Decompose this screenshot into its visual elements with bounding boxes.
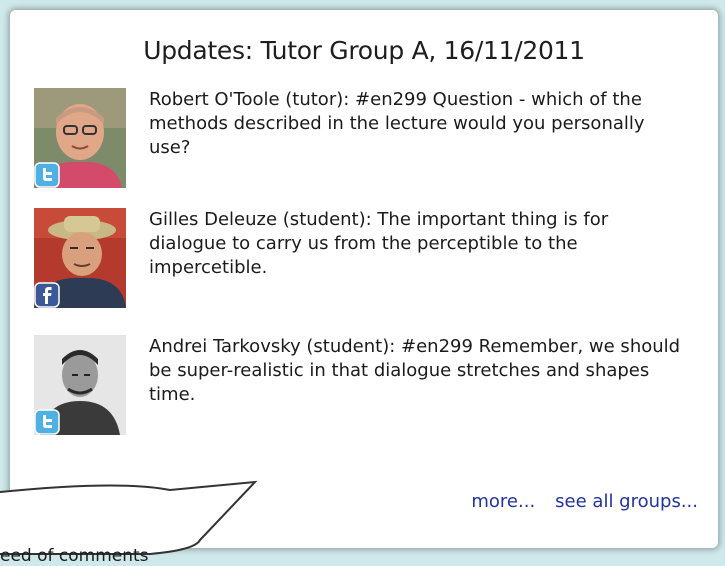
updates-panel: Updates: Tutor Group A, 16/11/2011 Rober… [10,10,718,548]
avatar[interactable] [34,88,126,188]
twitter-icon [34,409,60,435]
twitter-icon [34,162,60,188]
update-text: Robert O'Toole (tutor): #en299 Question … [149,89,645,158]
more-link[interactable]: more... [471,491,535,512]
update-item: Andrei Tarkovsky (student): #en299 Remem… [34,335,694,435]
avatar[interactable] [34,335,126,435]
update-item: Gilles Deleuze (student): The important … [34,208,694,308]
update-item: Robert O'Toole (tutor): #en299 Question … [34,88,694,188]
facebook-icon [34,282,60,308]
callout-text: eed of comments [0,546,149,566]
avatar[interactable] [34,208,126,308]
footer-links: more... see all groups... [471,491,698,512]
update-text: Andrei Tarkovsky (student): #en299 Remem… [149,336,681,405]
page-title: Updates: Tutor Group A, 16/11/2011 [143,36,585,65]
see-all-groups-link[interactable]: see all groups... [555,491,698,512]
update-text: Gilles Deleuze (student): The important … [149,209,609,278]
